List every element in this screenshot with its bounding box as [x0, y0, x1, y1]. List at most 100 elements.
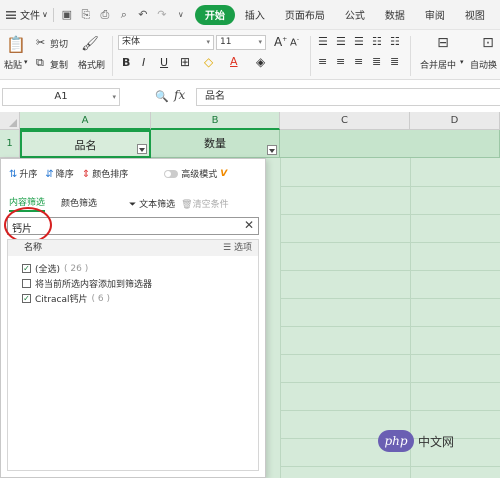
- color-sort-button[interactable]: ⇕ 颜色排序: [82, 167, 128, 180]
- chevron-down-icon: ▾: [206, 38, 210, 46]
- list-item-citracal[interactable]: ✓ Citracal钙片 ( 6 ): [22, 292, 110, 305]
- cell-a1[interactable]: 品名: [20, 130, 151, 158]
- merge-center-button[interactable]: 合并居中: [420, 58, 456, 71]
- menu-icon[interactable]: [6, 10, 16, 19]
- name-box[interactable]: A1 ▾: [2, 88, 120, 106]
- print-icon[interactable]: ⎙: [97, 7, 113, 23]
- close-icon[interactable]: ✕: [244, 218, 254, 232]
- paste-button[interactable]: 粘贴: [4, 58, 22, 71]
- tab-data[interactable]: 数据: [375, 5, 415, 25]
- fill-color-icon[interactable]: ◇: [204, 55, 213, 69]
- tab-insert[interactable]: 插入: [235, 5, 275, 25]
- filter-dropdown-button[interactable]: [267, 145, 277, 155]
- align-right-icon[interactable]: ≡: [354, 55, 363, 68]
- column-header-b[interactable]: B: [151, 112, 280, 130]
- increase-font-icon[interactable]: A+: [274, 35, 287, 49]
- undo-icon[interactable]: ↶: [135, 7, 151, 23]
- filter-value-list: 名称 ☰ 选项 ✓ (全选) ( 26 ) 将当前所选内容添加到筛选器 ✓ Ci…: [7, 239, 259, 471]
- options-button[interactable]: ☰ 选项: [223, 240, 252, 256]
- tab-view[interactable]: 视图: [455, 5, 495, 25]
- filter-popup: ⇅ 升序 ⇵ 降序 ⇕ 颜色排序 高级模式 V 内容筛选 颜色筛选 ⏷ 文本筛选 🗑清空…: [0, 158, 266, 478]
- align-top-icon[interactable]: ☰: [318, 35, 328, 48]
- list-item-count: ( 6 ): [91, 293, 110, 304]
- wrap-text-icon[interactable]: ⊡: [478, 33, 498, 53]
- save-icon[interactable]: ▣: [59, 7, 75, 23]
- chevron-down-icon[interactable]: ▾: [460, 58, 464, 66]
- print-preview-icon[interactable]: ⌕: [116, 7, 132, 23]
- cell-c1[interactable]: [280, 130, 500, 158]
- italic-icon[interactable]: I: [142, 56, 145, 69]
- checkbox-checked[interactable]: ✓: [22, 294, 31, 303]
- clear-format-icon[interactable]: ◈: [256, 55, 265, 69]
- row-header-1[interactable]: 1: [0, 130, 20, 158]
- tab-formulas[interactable]: 公式: [335, 5, 375, 25]
- bold-icon[interactable]: B: [122, 56, 130, 69]
- list-item-label: 将当前所选内容添加到筛选器: [35, 280, 153, 290]
- filter-dropdown-button[interactable]: [137, 144, 147, 154]
- column-header-d[interactable]: D: [410, 112, 500, 130]
- tab-page-layout[interactable]: 页面布局: [275, 5, 335, 25]
- watermark: php 中文网: [378, 430, 454, 452]
- underline-icon[interactable]: U: [160, 56, 168, 69]
- redo-icon[interactable]: ↷: [154, 7, 170, 23]
- outdent-icon[interactable]: ☷: [390, 35, 400, 48]
- format-painter-button[interactable]: 格式刷: [78, 58, 105, 71]
- color-sort-label: 颜色排序: [92, 170, 129, 180]
- list-header: 名称 ☰ 选项: [8, 240, 258, 256]
- paste-dropdown-icon[interactable]: ▾: [24, 58, 28, 66]
- wrap-text-button[interactable]: 自动换: [470, 58, 497, 71]
- zoom-formula-icon[interactable]: 🔍: [155, 90, 169, 103]
- distribute-icon[interactable]: ≣: [390, 55, 399, 68]
- tab-color-filter[interactable]: 颜色筛选: [61, 196, 97, 211]
- toggle-icon: [164, 169, 179, 178]
- decrease-font-icon[interactable]: A-: [290, 36, 299, 48]
- tab-review[interactable]: 审阅: [415, 5, 455, 25]
- gridline: [280, 410, 500, 411]
- cut-icon[interactable]: ✂: [36, 36, 45, 49]
- vip-icon: V: [220, 168, 228, 179]
- column-header-a[interactable]: A: [20, 112, 151, 130]
- align-left-icon[interactable]: ≡: [318, 55, 327, 68]
- list-item-add-to-filter[interactable]: 将当前所选内容添加到筛选器: [22, 277, 152, 290]
- tab-home[interactable]: 开始: [194, 4, 235, 25]
- format-painter-icon[interactable]: 🖌: [80, 34, 100, 54]
- advanced-mode-toggle[interactable]: 高级模式 V: [164, 167, 227, 180]
- cut-button[interactable]: 剪切: [50, 37, 68, 50]
- font-color-icon[interactable]: A: [230, 55, 238, 68]
- copy-icon[interactable]: ⧉: [36, 56, 44, 70]
- align-center-icon[interactable]: ≡: [336, 55, 345, 68]
- align-middle-icon[interactable]: ☰: [336, 35, 346, 48]
- quick-access-toolbar: ▣ ⎘ ⎙ ⌕ ↶ ↷ ∨: [59, 7, 189, 23]
- font-family-select[interactable]: 宋体 ▾: [118, 35, 214, 50]
- font-size-select[interactable]: 11 ▾: [216, 35, 266, 50]
- more-icon[interactable]: ∨: [173, 7, 189, 23]
- cell-b1[interactable]: 数量: [151, 130, 280, 158]
- indent-icon[interactable]: ☷: [372, 35, 382, 48]
- checkbox-unchecked[interactable]: [22, 279, 31, 288]
- justify-icon[interactable]: ≣: [372, 55, 381, 68]
- clear-conditions-button[interactable]: 🗑清空条件: [181, 197, 228, 210]
- sort-ascending-button[interactable]: ⇅ 升序: [9, 167, 37, 180]
- font-family-value: 宋体: [122, 37, 141, 47]
- list-item-select-all[interactable]: ✓ (全选) ( 26 ): [22, 262, 88, 275]
- file-menu[interactable]: 文件 ∨: [20, 7, 48, 22]
- align-bottom-icon[interactable]: ☰: [354, 35, 364, 48]
- select-all-corner[interactable]: [0, 112, 20, 130]
- divider: [112, 36, 113, 76]
- checkbox-checked[interactable]: ✓: [22, 264, 31, 273]
- list-item-count: ( 26 ): [64, 263, 89, 274]
- paste-icon[interactable]: 📋: [6, 34, 26, 54]
- insert-function-icon[interactable]: fx: [174, 88, 185, 102]
- border-icon[interactable]: ⊞: [180, 55, 190, 69]
- divider: [310, 36, 311, 76]
- row-number: 1: [6, 138, 13, 149]
- copy-button[interactable]: 复制: [50, 58, 68, 71]
- export-pdf-icon[interactable]: ⎘: [78, 7, 94, 23]
- merge-center-icon[interactable]: ⊟: [432, 33, 454, 53]
- sort-descending-button[interactable]: ⇵ 降序: [45, 167, 73, 180]
- file-menu-label: 文件: [20, 11, 40, 22]
- divider: [410, 36, 411, 76]
- text-filter-button[interactable]: ⏷ 文本筛选: [129, 197, 175, 210]
- column-header-c[interactable]: C: [280, 112, 410, 130]
- formula-input[interactable]: 品名: [196, 88, 500, 106]
